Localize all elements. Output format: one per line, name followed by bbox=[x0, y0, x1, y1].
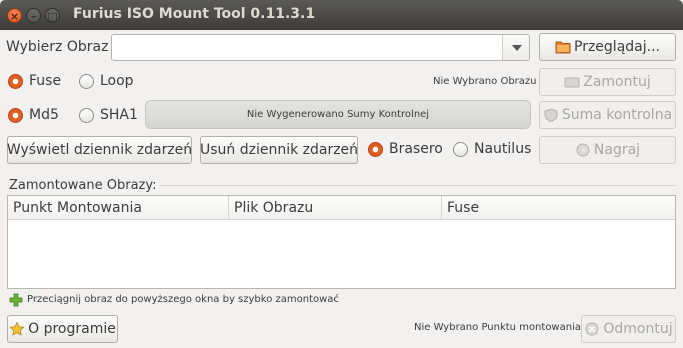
drive-icon bbox=[564, 77, 580, 88]
loop-radio[interactable] bbox=[79, 74, 94, 89]
about-button[interactable]: O programie bbox=[7, 315, 118, 343]
browse-button-label: Przeglądaj... bbox=[574, 39, 660, 55]
column-header-image-file[interactable]: Plik Obrazu bbox=[228, 196, 441, 220]
delete-log-button-label: Usuń dziennik zdarzeń bbox=[199, 142, 359, 158]
burn-button[interactable]: Nagraj bbox=[539, 136, 676, 164]
loop-label: Loop bbox=[100, 73, 134, 89]
window-title: Furius ISO Mount Tool 0.11.3.1 bbox=[73, 6, 316, 22]
mounted-images-table[interactable]: Punkt Montowania Plik Obrazu Fuse bbox=[7, 195, 676, 289]
about-button-label: O programie bbox=[28, 321, 116, 337]
checksum-button[interactable]: Suma kontrolna bbox=[539, 101, 676, 129]
image-status-text: Nie Wybrano Obrazu bbox=[433, 76, 537, 87]
mount-point-status-text: Nie Wybrano Punktu montowania bbox=[414, 322, 581, 333]
plus-icon bbox=[9, 293, 23, 307]
image-path-combo[interactable] bbox=[111, 34, 530, 61]
mount-button-label: Zamontuj bbox=[583, 74, 651, 90]
unmount-button-label: Odmontuj bbox=[603, 321, 673, 337]
select-image-label: Wybierz Obraz bbox=[6, 39, 109, 55]
show-log-button-label: Wyświetl dziennik zdarzeń bbox=[6, 142, 193, 158]
column-header-fuse[interactable]: Fuse bbox=[441, 196, 675, 220]
star-icon bbox=[9, 322, 25, 336]
unmount-button[interactable]: Odmontuj bbox=[581, 315, 676, 343]
checksum-progress-bar: Nie Wygenerowano Sumy Kontrolnej bbox=[145, 100, 531, 129]
combo-dropdown-button[interactable] bbox=[502, 35, 529, 60]
nautilus-radio[interactable] bbox=[453, 142, 468, 157]
column-header-mount-point[interactable]: Punkt Montowania bbox=[8, 196, 228, 220]
drag-hint-text: Przeciągnij obraz do powyższego okna by … bbox=[27, 294, 339, 305]
minimize-window-icon[interactable]: – bbox=[26, 8, 41, 23]
md5-radio[interactable] bbox=[8, 108, 23, 123]
browse-button[interactable]: Przeglądaj... bbox=[539, 33, 676, 61]
fuse-radio[interactable] bbox=[8, 74, 23, 89]
burn-button-label: Nagraj bbox=[593, 142, 641, 158]
close-window-icon[interactable]: × bbox=[7, 8, 22, 23]
checksum-status-text: Nie Wygenerowano Sumy Kontrolnej bbox=[246, 109, 430, 120]
sha1-label: SHA1 bbox=[100, 107, 138, 123]
brasero-radio[interactable] bbox=[368, 142, 383, 157]
brasero-label: Brasero bbox=[389, 141, 443, 157]
sha1-radio[interactable] bbox=[79, 108, 94, 123]
mount-button[interactable]: Zamontuj bbox=[539, 68, 676, 96]
table-header: Punkt Montowania Plik Obrazu Fuse bbox=[8, 196, 675, 220]
checksum-button-label: Suma kontrolna bbox=[561, 107, 673, 123]
burn-disc-icon bbox=[576, 143, 590, 157]
cancel-circle-icon bbox=[585, 322, 599, 336]
show-log-button[interactable]: Wyświetl dziennik zdarzeń bbox=[7, 136, 192, 164]
delete-log-button[interactable]: Usuń dziennik zdarzeń bbox=[200, 136, 358, 164]
shield-check-icon bbox=[544, 108, 558, 122]
mounted-images-title: Zamontowane Obrazy: bbox=[9, 178, 160, 193]
nautilus-label: Nautilus bbox=[474, 141, 532, 157]
chevron-down-icon bbox=[512, 45, 522, 51]
title-bar: × – □ Furius ISO Mount Tool 0.11.3.1 bbox=[0, 0, 683, 30]
maximize-window-icon[interactable]: □ bbox=[45, 8, 60, 23]
md5-label: Md5 bbox=[29, 107, 59, 123]
fuse-label: Fuse bbox=[29, 73, 62, 89]
folder-icon bbox=[555, 41, 571, 54]
